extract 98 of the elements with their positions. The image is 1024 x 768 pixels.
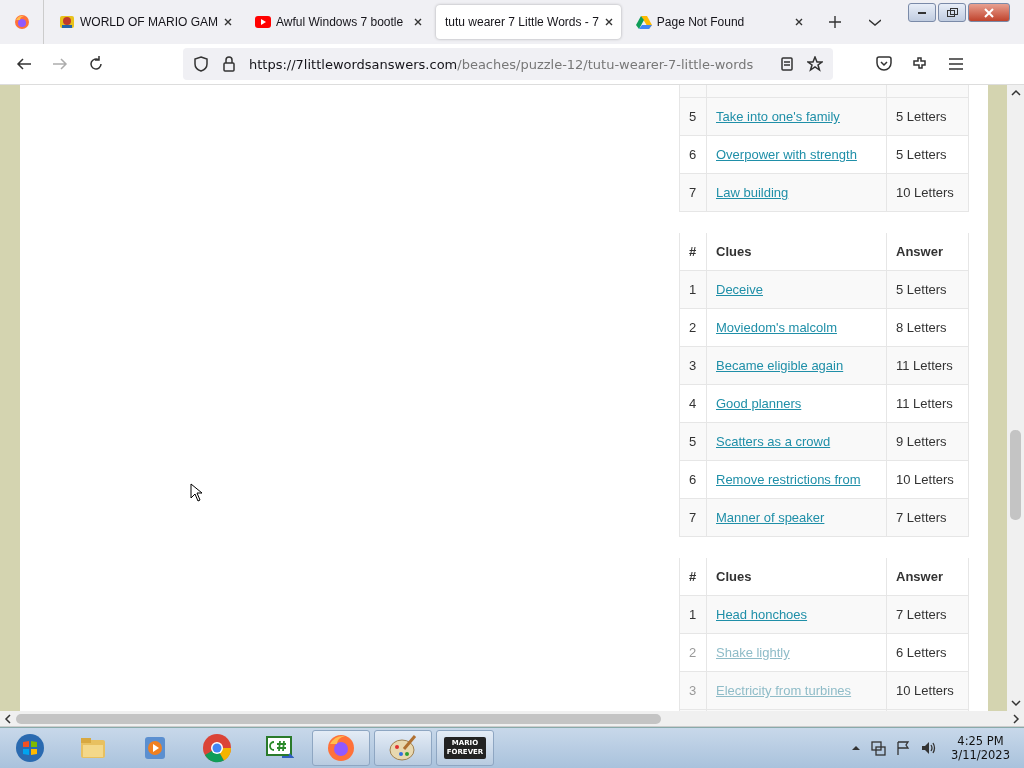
browser-tab[interactable]: Awful Windows 7 bootle [246, 5, 430, 39]
firefox-icon[interactable] [13, 14, 30, 30]
answer-text: 5 Letters [896, 109, 947, 124]
answer-text: 9 Letters [896, 434, 947, 449]
minimize-button[interactable] [908, 3, 936, 22]
clue-link[interactable]: Good planners [716, 396, 802, 411]
column-header: # [689, 244, 697, 259]
column-header: Answer [896, 569, 943, 584]
answer-text: 10 Letters [896, 472, 954, 487]
scroll-up-icon[interactable] [1010, 89, 1021, 97]
clue-link[interactable]: Scatters as a crowd [716, 434, 831, 449]
play-icon [255, 14, 271, 30]
close-button[interactable] [968, 3, 1010, 22]
menu-icon[interactable] [947, 55, 965, 73]
pocket-icon[interactable] [875, 55, 893, 73]
browser-tab[interactable]: tutu wearer 7 Little Words - 7 [436, 5, 621, 39]
chevron-down-icon[interactable] [868, 18, 881, 26]
flag-icon[interactable] [895, 740, 912, 756]
clue-link[interactable]: Take into one's family [716, 109, 840, 124]
triangle-logo-icon [635, 14, 652, 30]
row-number: 1 [689, 282, 697, 297]
row-number: 2 [689, 645, 697, 660]
tab-title: tutu wearer 7 Little Words - 7 [445, 15, 599, 29]
clue-link[interactable]: Shake lightly [716, 645, 790, 660]
column-header: # [689, 569, 697, 584]
clue-link[interactable]: Remove restrictions from [716, 472, 861, 487]
reader-view-icon[interactable] [779, 56, 795, 72]
answer-text: 11 Letters [896, 396, 953, 411]
network-icon[interactable] [870, 740, 887, 756]
windows-logo-icon [15, 733, 45, 763]
clue-link[interactable]: Became eligible again [716, 358, 844, 373]
close-icon[interactable] [223, 17, 233, 27]
clue-link[interactable]: Overpower with strength [716, 147, 857, 162]
row-number: 6 [689, 147, 697, 162]
url-text: https://7littlewordsanswers.com/beaches/puzzle-12/tutu-wearer-7-little-words [249, 56, 755, 72]
answer-text: 6 Letters [896, 645, 947, 660]
vertical-scrollbar[interactable] [1007, 85, 1024, 711]
answer-text: 7 Letters [896, 510, 947, 525]
column-header: Clues [716, 244, 752, 259]
row-number: 2 [689, 320, 697, 335]
answer-text: 5 Letters [896, 282, 947, 297]
close-icon[interactable] [793, 17, 804, 27]
answer-text: 5 Letters [896, 147, 947, 162]
speaker-icon[interactable] [920, 740, 937, 756]
address-bar[interactable]: https://7littlewordsanswers.com/beaches/puzzle-12/tutu-wearer-7-little-words [183, 48, 833, 80]
paint-palette-icon [388, 733, 418, 763]
column-header: Clues [716, 569, 752, 584]
row-number: 3 [689, 683, 697, 698]
answer-text: 11 Letters [896, 358, 953, 373]
answer-text: 10 Letters [896, 683, 954, 698]
cursor-icon [190, 483, 203, 502]
clue-link[interactable]: Manner of speaker [716, 510, 825, 525]
row-number: 3 [689, 358, 697, 373]
row-number: 4 [689, 396, 697, 411]
minimize-icon [918, 11, 926, 14]
answer-text: 8 Letters [896, 320, 947, 335]
row-number: 6 [689, 472, 697, 487]
show-hidden-icons-icon[interactable] [851, 744, 862, 752]
restore-icon [946, 8, 958, 17]
close-icon[interactable] [413, 17, 423, 27]
reload-icon[interactable] [87, 55, 105, 73]
row-number: 5 [689, 109, 697, 124]
shield-icon[interactable] [193, 56, 209, 72]
row-number: 5 [689, 434, 697, 449]
scrollbar-thumb[interactable] [1010, 430, 1021, 520]
clue-link[interactable]: Deceive [716, 282, 763, 297]
game-icon [59, 14, 75, 30]
scroll-right-icon[interactable] [1012, 713, 1020, 724]
plus-icon[interactable] [828, 16, 841, 28]
clue-link[interactable]: Head honchoes [716, 607, 808, 622]
firefox-icon [326, 733, 356, 763]
tab-title: Page Not Found [656, 15, 746, 29]
answer-text: 7 Letters [896, 607, 947, 622]
star-icon[interactable] [807, 56, 823, 72]
browser-tab[interactable]: Page Not Found [626, 5, 811, 39]
row-number: 1 [689, 607, 697, 622]
taskbar-app[interactable] [312, 730, 370, 766]
browser-tab[interactable]: WORLD OF MARIO GAM [50, 5, 240, 39]
lock-icon [221, 56, 237, 72]
tab-title: Awful Windows 7 bootle [276, 15, 405, 29]
row-number: 7 [689, 185, 697, 200]
scroll-down-icon[interactable] [1010, 699, 1021, 707]
clue-link[interactable]: Electricity from turbines [716, 683, 852, 698]
close-icon [984, 7, 994, 18]
chrome-icon [202, 733, 232, 763]
clue-link[interactable]: Moviedom's malcolm [716, 320, 837, 335]
scroll-left-icon[interactable] [4, 713, 12, 724]
row-number: 7 [689, 510, 697, 525]
clock[interactable]: 4:25 PM 3/11/2023 [951, 734, 1010, 762]
clue-link[interactable]: Law building [716, 185, 789, 200]
close-icon[interactable] [603, 17, 614, 27]
restore-button[interactable] [938, 3, 966, 22]
horizontal-scrollbar[interactable] [4, 713, 1020, 724]
column-header: Answer [896, 244, 943, 259]
tab-title: WORLD OF MARIO GAM [80, 15, 218, 29]
scrollbar-thumb[interactable] [16, 713, 661, 724]
answer-text: 10 Letters [896, 185, 954, 200]
taskbar-app[interactable] [374, 730, 432, 766]
